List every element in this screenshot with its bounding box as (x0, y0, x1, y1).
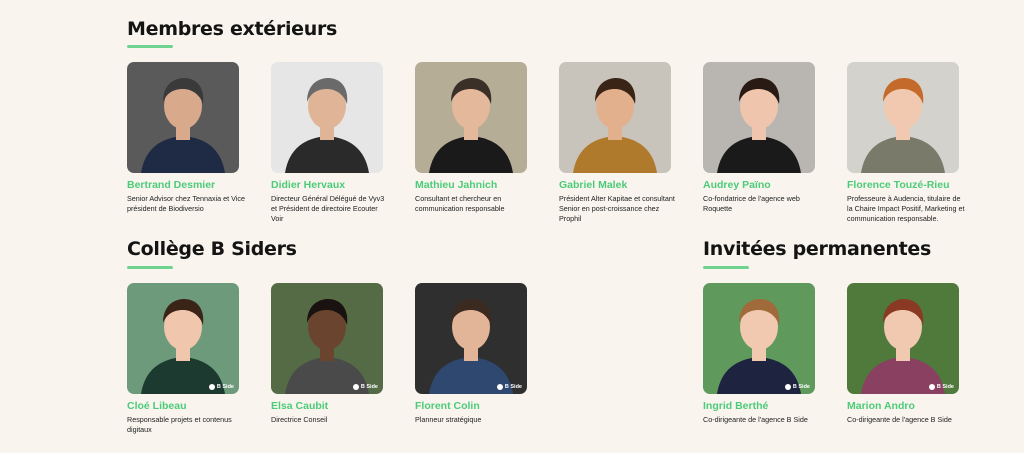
member-photo (415, 62, 527, 173)
bside-logo-icon (208, 384, 215, 390)
title-underline (127, 266, 173, 269)
member-role: Co-fondatrice de l'agence web Roquette (703, 194, 800, 213)
title-underline (127, 45, 173, 48)
member-photo (127, 62, 239, 173)
member-role: Consultant et chercheur en communication… (415, 194, 505, 213)
member-photo: B Side (415, 283, 527, 394)
member-photo (271, 62, 383, 173)
bside-logo-badge: B Side (784, 384, 810, 390)
member-name: Audrey Païno (703, 179, 771, 191)
member-photo: B Side (127, 283, 239, 394)
member-role: Planneur stratégique (415, 415, 482, 424)
member-name: Elsa Caubit (271, 400, 329, 412)
title-underline (703, 266, 749, 269)
portrait-image (703, 283, 815, 394)
member-card: B Side Ingrid Berthé Co-dirigeante de l'… (703, 283, 815, 425)
member-photo: B Side (703, 283, 815, 394)
bside-logo-badge: B Side (208, 384, 234, 390)
member-photo: B Side (847, 283, 959, 394)
member-role: Co-dirigeante de l'agence B Side (703, 415, 808, 424)
member-card: B Side Florent Colin Planneur stratégiqu… (415, 283, 527, 425)
portrait-image (415, 62, 527, 173)
member-name: Gabriel Malek (559, 179, 628, 191)
portrait-image (415, 283, 527, 394)
member-name: Florent Colin (415, 400, 480, 412)
portrait-image (559, 62, 671, 173)
member-role: Co-dirigeante de l'agence B Side (847, 415, 952, 424)
member-photo (559, 62, 671, 173)
member-role: Senior Advisor chez Tennaxia et Vice pré… (127, 194, 245, 213)
member-role: Directrice Conseil (271, 415, 328, 424)
member-photo (847, 62, 959, 173)
section-title-college: Collège B Siders (127, 238, 297, 260)
portrait-image (271, 62, 383, 173)
bside-logo-icon (352, 384, 359, 390)
bside-logo-badge: B Side (496, 384, 522, 390)
member-card: Didier Hervaux Directeur Général Délégué… (271, 62, 384, 224)
member-role: Directeur Général Délégué de Vyv3 et Pré… (271, 194, 385, 223)
bside-logo-icon (496, 384, 503, 390)
member-name: Cloé Libeau (127, 400, 187, 412)
member-name: Ingrid Berthé (703, 400, 769, 412)
member-photo: B Side (271, 283, 383, 394)
portrait-image (847, 283, 959, 394)
portrait-image (271, 283, 383, 394)
member-name: Bertrand Desmier (127, 179, 216, 191)
member-role: Président Alter Kapitae et consultant Se… (559, 194, 675, 223)
bside-logo-badge: B Side (352, 384, 378, 390)
member-name: Mathieu Jahnich (415, 179, 498, 191)
member-card: Gabriel Malek Président Alter Kapitae et… (559, 62, 675, 224)
member-card: B Side Cloé Libeau Responsable projets e… (127, 283, 239, 435)
bside-logo-icon (928, 384, 935, 390)
portrait-image (847, 62, 959, 173)
section-title-guests: Invitées permanentes (703, 238, 931, 260)
member-card: Mathieu Jahnich Consultant et chercheur … (415, 62, 527, 214)
member-photo (703, 62, 815, 173)
portrait-image (127, 62, 239, 173)
member-card: Bertrand Desmier Senior Advisor chez Ten… (127, 62, 245, 214)
member-name: Florence Touzé-Rieu (847, 179, 950, 191)
portrait-image (703, 62, 815, 173)
member-card: B Side Marion Andro Co-dirigeante de l'a… (847, 283, 959, 425)
portrait-image (127, 283, 239, 394)
member-name: Didier Hervaux (271, 179, 346, 191)
bside-logo-badge: B Side (928, 384, 954, 390)
section-title-external: Membres extérieurs (127, 18, 338, 40)
member-card: Florence Touzé-Rieu Professeure à Audenc… (847, 62, 964, 224)
member-role: Responsable projets et contenus digitaux (127, 415, 232, 434)
member-card: B Side Elsa Caubit Directrice Conseil (271, 283, 383, 425)
member-name: Marion Andro (847, 400, 915, 412)
member-role: Professeure à Audencia, titulaire de la … (847, 194, 965, 223)
member-card: Audrey Païno Co-fondatrice de l'agence w… (703, 62, 815, 214)
bside-logo-icon (784, 384, 791, 390)
